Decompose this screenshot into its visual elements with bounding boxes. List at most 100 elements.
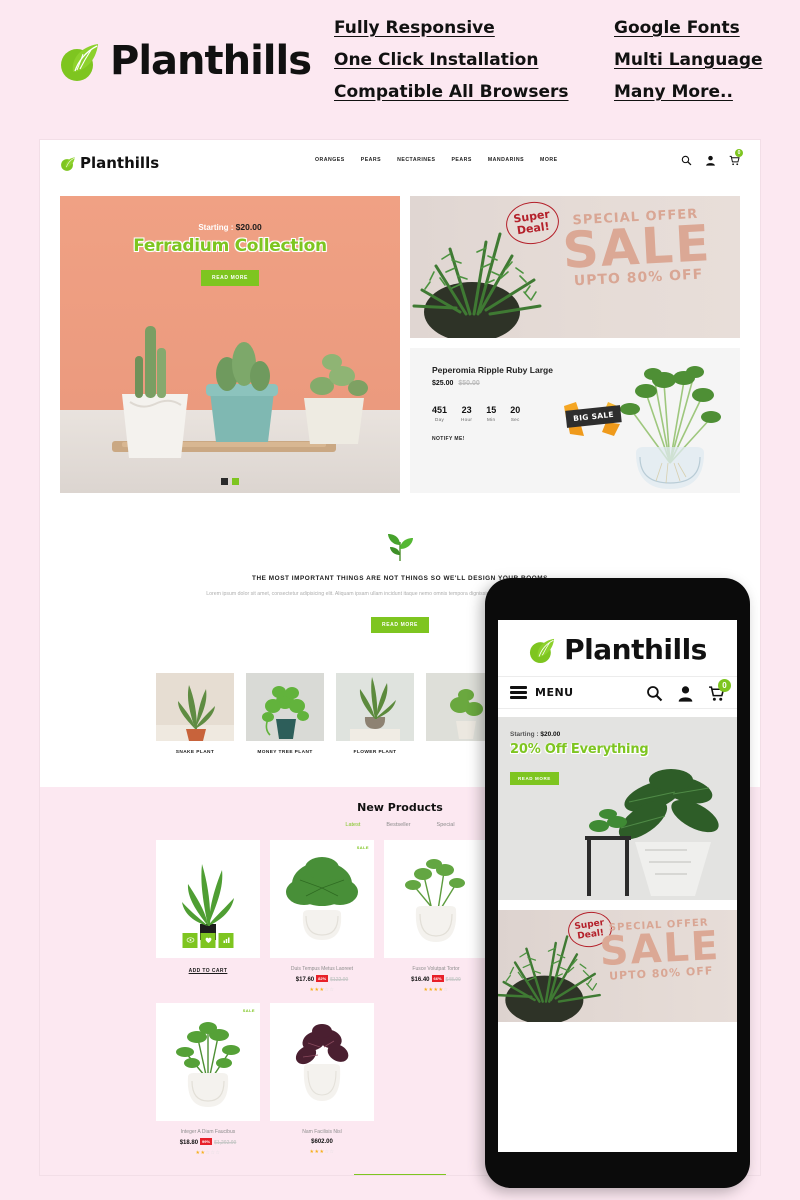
- hero-starting-line: Starting : $20.00: [60, 222, 400, 232]
- nav-item-more[interactable]: MORE: [540, 157, 558, 163]
- nav-item-nectarines[interactable]: NECTARINES: [397, 157, 435, 163]
- compare-icon[interactable]: [218, 932, 234, 948]
- slider-dot-2[interactable]: [232, 478, 239, 485]
- nav-item-oranges[interactable]: ORANGES: [315, 157, 345, 163]
- product-price: $602.00: [311, 1138, 333, 1145]
- hamburger-menu-icon[interactable]: [510, 686, 527, 699]
- site-brand-name: Planthills: [80, 154, 160, 172]
- mobile-hero-banner[interactable]: Starting : $20.00 20% Off Everything REA…: [498, 717, 737, 900]
- product-discount-badge: 99%: [200, 1137, 213, 1145]
- hero-starting-label: Starting :: [198, 223, 234, 232]
- hero-side-column: Super Deal! SPECIAL OFFER SALE UPTO 80% …: [410, 196, 740, 493]
- hero-starting-price: $20.00: [235, 222, 262, 232]
- nav-item-mandarins[interactable]: MANDARINS: [488, 157, 524, 163]
- product-image[interactable]: [270, 1002, 374, 1121]
- deal-product-name[interactable]: Peperomia Ripple Ruby Large: [432, 365, 595, 375]
- nav-item-pears-2[interactable]: PEARS: [451, 157, 471, 163]
- category-image: [156, 672, 234, 741]
- deal-old-price: $50.00: [458, 380, 480, 387]
- product-name[interactable]: Integer A Diam Faucibus: [156, 1129, 260, 1135]
- mobile-hero-starting-line: Starting : $20.00: [510, 731, 648, 738]
- header-icons: 0: [681, 149, 743, 166]
- mobile-mockup: Planthills MENU 0 Starting : $20.00 20% …: [485, 578, 750, 1188]
- countdown-hour-label: Hour: [461, 417, 473, 422]
- deal-product-image: [606, 353, 734, 493]
- mobile-hero-plant-image: [583, 750, 737, 900]
- countdown-sec-value: 20: [510, 405, 521, 415]
- product-image[interactable]: [156, 839, 260, 958]
- hero-slider[interactable]: Starting : $20.00 Ferradium Collection R…: [60, 196, 400, 493]
- product-price-row: $18.80 99% $1,202.00: [156, 1137, 260, 1146]
- hero-cta-wrap: READ MORE: [60, 266, 400, 286]
- slider-dot-1[interactable]: [221, 478, 228, 485]
- tab-bestseller[interactable]: Bestseller: [386, 822, 410, 828]
- countdown-unit-hour: 23 Hour: [461, 405, 472, 422]
- countdown-unit-day: 451 Day: [432, 405, 447, 422]
- cart-icon[interactable]: 0: [708, 679, 731, 702]
- site-logo[interactable]: Planthills: [60, 154, 159, 172]
- sale-tag: SALE: [356, 844, 369, 850]
- product-price-row: $16.40 66% $48.00: [384, 974, 488, 983]
- product-image[interactable]: SALE: [270, 839, 374, 958]
- deal-current-price: $25.00: [432, 380, 454, 387]
- hero-text-block: Starting : $20.00 Ferradium Collection R…: [60, 222, 400, 286]
- promo-feature: Google Fonts: [614, 18, 740, 38]
- category-item-snake-plant[interactable]: SNAKE PLANT: [156, 672, 234, 755]
- product-image[interactable]: SALE: [156, 1002, 260, 1121]
- product-old-price: $48.00: [445, 976, 461, 983]
- product-hover-actions: [182, 932, 234, 948]
- mobile-hero-starting-label: Starting :: [510, 731, 539, 738]
- view-more-products-button[interactable]: VIEW MORE PRODUCTS: [354, 1173, 446, 1175]
- countdown-unit-sec: 20 Sec: [510, 405, 520, 422]
- tab-special[interactable]: Special: [437, 822, 455, 828]
- leaf-logo-icon: [58, 38, 104, 84]
- special-offer-banner[interactable]: Super Deal! SPECIAL OFFER SALE UPTO 80% …: [410, 196, 740, 338]
- product-rating: ★★★☆☆: [309, 986, 335, 993]
- product-image[interactable]: [384, 839, 488, 958]
- hero-slider-dots: [60, 478, 400, 485]
- category-item-flower-plant[interactable]: FLOWER PLANT: [336, 672, 414, 755]
- mobile-read-more-button[interactable]: READ MORE: [510, 772, 559, 785]
- product-price-row: $17.60 82% $122.00: [270, 974, 374, 983]
- product-rating: ★★★★☆: [423, 986, 449, 993]
- product-card[interactable]: Fusce Volutpat Tortor $16.40 66% $48.00 ★★…: [384, 839, 488, 993]
- product-card[interactable]: SALE Integer A Diam Faucibus $18.80 99% …: [156, 1002, 260, 1156]
- product-name[interactable]: Nam Facilisis Nisl: [270, 1129, 374, 1135]
- search-icon[interactable]: [681, 153, 692, 166]
- product-name[interactable]: Fusce Volutpat Tortor: [384, 966, 488, 972]
- hero-title: Ferradium Collection: [133, 236, 327, 256]
- wishlist-heart-icon[interactable]: [200, 932, 216, 948]
- mobile-sale-banner[interactable]: Super Deal! SPECIAL OFFER SALE UPTO 80% …: [498, 910, 737, 1022]
- mobile-sale-text-block: SPECIAL OFFER SALE UPTO 80% OFF: [584, 916, 737, 984]
- user-icon[interactable]: [705, 153, 716, 166]
- mobile-brand-name: Planthills: [564, 633, 707, 666]
- product-name[interactable]: Duis Tempus Metus Laoreet: [270, 966, 374, 972]
- user-icon[interactable]: [677, 685, 694, 702]
- countdown-unit-min: 15 Min: [486, 405, 496, 422]
- add-to-cart-link[interactable]: ADD TO CART: [156, 968, 260, 974]
- mobile-menu-label[interactable]: MENU: [535, 686, 574, 699]
- product-price: $18.80: [179, 1139, 199, 1146]
- category-item-money-tree-plant[interactable]: MONEY TREE PLANT: [246, 672, 324, 755]
- quick-view-icon[interactable]: [182, 932, 198, 948]
- mobile-screen: Planthills MENU 0 Starting : $20.00 20% …: [498, 620, 737, 1152]
- product-card[interactable]: SALE Duis Tempus Metus Laoreet $17.60 82…: [270, 839, 374, 993]
- product-card[interactable]: ADD TO CART: [156, 839, 260, 993]
- hero-read-more-button[interactable]: READ MORE: [201, 270, 259, 286]
- tab-latest[interactable]: Latest: [345, 822, 360, 828]
- product-discount-badge: 66%: [431, 974, 444, 982]
- cart-icon[interactable]: 0: [729, 149, 743, 166]
- promo-feature: Fully Responsive: [334, 18, 495, 38]
- product-rating: ★★☆☆☆: [195, 1149, 221, 1156]
- search-icon[interactable]: [646, 685, 663, 702]
- product-card[interactable]: Nam Facilisis Nisl $602.00 ★★★☆☆: [270, 1002, 374, 1156]
- category-label: MONEY TREE PLANT: [257, 749, 313, 755]
- mobile-logo[interactable]: Planthills: [498, 620, 737, 676]
- nav-item-pears[interactable]: PEARS: [361, 157, 381, 163]
- countdown-min-label: Min: [487, 417, 496, 422]
- about-read-more-button[interactable]: READ MORE: [371, 616, 429, 633]
- product-discount-badge: 82%: [316, 974, 329, 982]
- hero-row: Starting : $20.00 Ferradium Collection R…: [40, 186, 760, 493]
- promo-brand-name: Planthills: [110, 38, 312, 84]
- promo-logo: Planthills: [58, 38, 312, 84]
